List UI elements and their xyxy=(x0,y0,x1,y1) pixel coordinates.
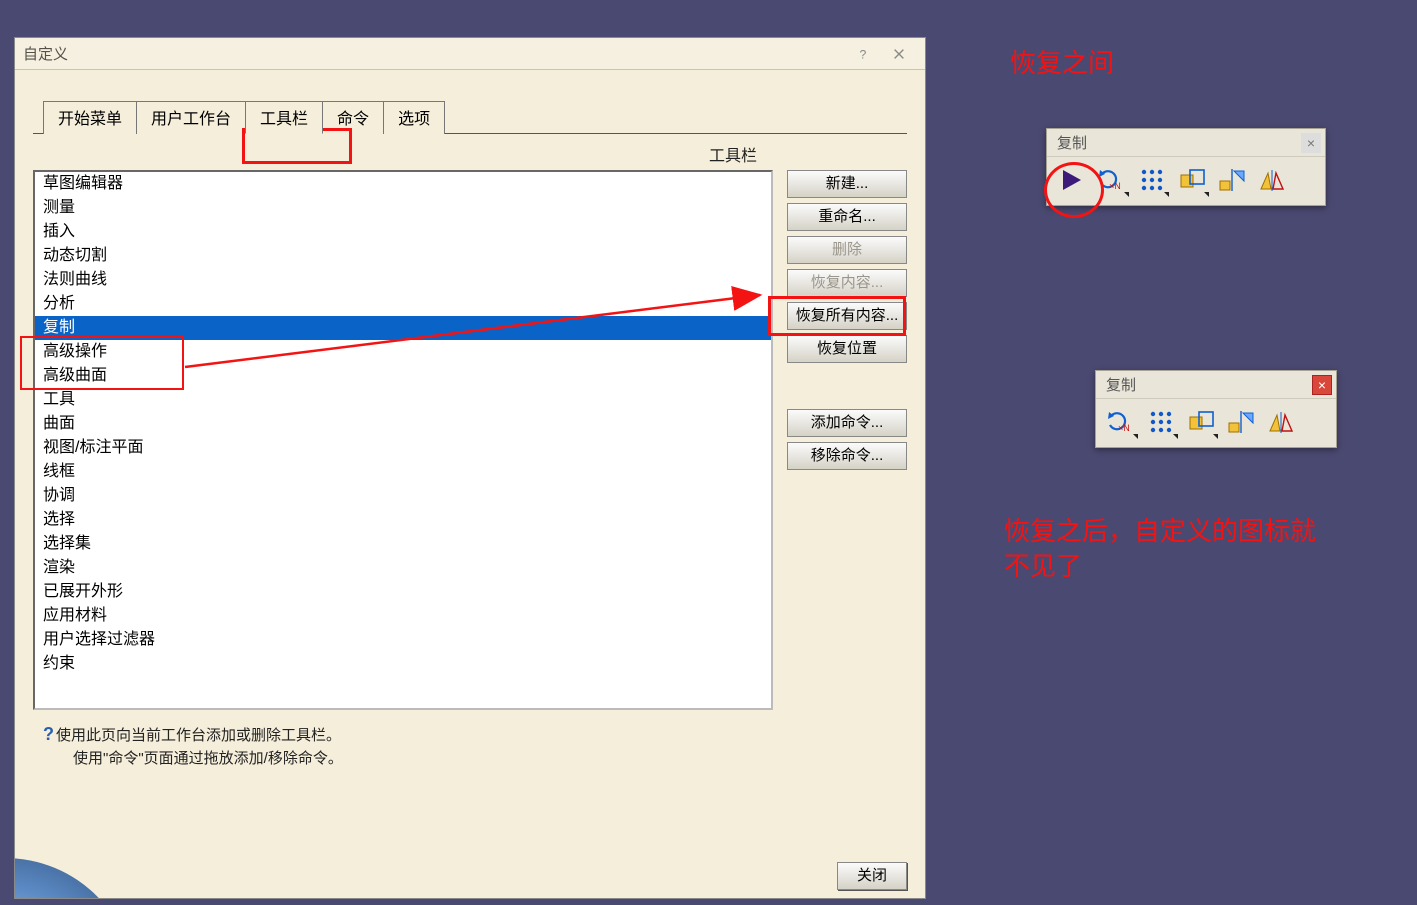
list-item[interactable]: 法则曲线 xyxy=(35,268,771,292)
tab-start-menu[interactable]: 开始菜单 xyxy=(43,101,137,134)
section-label: 工具栏 xyxy=(33,142,907,166)
restore-all-button[interactable]: 恢复所有内容... xyxy=(787,302,907,330)
toolbar-icons: ×N xyxy=(1047,157,1325,205)
toolbar-title: 复制 xyxy=(1057,132,1087,153)
tab-user-workbench[interactable]: 用户工作台 xyxy=(136,101,246,134)
tab-toolbar[interactable]: 工具栏 xyxy=(245,101,323,134)
list-item[interactable]: 插入 xyxy=(35,220,771,244)
delete-button[interactable]: 删除 xyxy=(787,236,907,264)
close-icon[interactable] xyxy=(881,40,917,68)
customize-dialog: 自定义 ? 开始菜单 用户工作台 工具栏 命令 选项 工具栏 草图编辑器测量插入… xyxy=(14,37,926,899)
help-text: ?使用此页向当前工作台添加或删除工具栏。 使用"命令"页面通过拖放添加/移除命令… xyxy=(43,724,905,768)
restore-position-button[interactable]: 恢复位置 xyxy=(787,335,907,363)
symmetry-icon[interactable] xyxy=(1264,405,1298,439)
symmetry-icon[interactable] xyxy=(1255,163,1289,197)
toolbar-title: 复制 xyxy=(1106,374,1136,395)
list-item[interactable]: 草图编辑器 xyxy=(35,172,771,196)
list-item[interactable]: 渲染 xyxy=(35,556,771,580)
grid-pattern-icon[interactable] xyxy=(1144,405,1178,439)
help-icon: ? xyxy=(43,724,54,744)
list-item[interactable]: 已展开外形 xyxy=(35,580,771,604)
tab-options[interactable]: 选项 xyxy=(383,101,445,134)
list-item[interactable]: 高级操作 xyxy=(35,340,771,364)
repeat-xn-icon[interactable]: ×N xyxy=(1104,405,1138,439)
tab-commands[interactable]: 命令 xyxy=(322,101,384,134)
list-item[interactable]: 协调 xyxy=(35,484,771,508)
grid-pattern-icon[interactable] xyxy=(1135,163,1169,197)
restore-content-button[interactable]: 恢复内容... xyxy=(787,269,907,297)
help-icon[interactable]: ? xyxy=(845,40,881,68)
svg-text:×N: ×N xyxy=(1118,423,1130,433)
new-button[interactable]: 新建... xyxy=(787,170,907,198)
list-item[interactable]: 选择 xyxy=(35,508,771,532)
tab-strip: 开始菜单 用户工作台 工具栏 命令 选项 xyxy=(43,100,925,133)
mirror-icon[interactable] xyxy=(1215,163,1249,197)
list-item[interactable]: 应用材料 xyxy=(35,604,771,628)
list-item[interactable]: 复制 xyxy=(35,316,771,340)
annotation-after-label: 恢复之后，自定义的图标就不见了 xyxy=(1004,514,1324,584)
list-item[interactable]: 工具 xyxy=(35,388,771,412)
annotation-before-label: 恢复之间 xyxy=(1010,46,1114,81)
close-button[interactable]: 关闭 xyxy=(837,862,907,890)
list-item[interactable]: 选择集 xyxy=(35,532,771,556)
toolbar-close-icon[interactable]: × xyxy=(1312,375,1332,395)
list-item[interactable]: 用户选择过滤器 xyxy=(35,628,771,652)
svg-text:?: ? xyxy=(860,47,867,61)
rename-button[interactable]: 重命名... xyxy=(787,203,907,231)
dialog-title: 自定义 xyxy=(23,43,68,64)
titlebar: 自定义 ? xyxy=(15,38,925,70)
list-item[interactable]: 线框 xyxy=(35,460,771,484)
toolbar-listbox[interactable]: 草图编辑器测量插入动态切割法则曲线分析复制高级操作高级曲面工具曲面视图/标注平面… xyxy=(33,170,773,710)
remove-command-button[interactable]: 移除命令... xyxy=(787,442,907,470)
list-item[interactable]: 曲面 xyxy=(35,412,771,436)
tab-body: 工具栏 草图编辑器测量插入动态切割法则曲线分析复制高级操作高级曲面工具曲面视图/… xyxy=(33,133,907,710)
add-command-button[interactable]: 添加命令... xyxy=(787,409,907,437)
mirror-icon[interactable] xyxy=(1224,405,1258,439)
list-item[interactable]: 高级曲面 xyxy=(35,364,771,388)
list-item[interactable]: 测量 xyxy=(35,196,771,220)
list-item[interactable]: 视图/标注平面 xyxy=(35,436,771,460)
corner-decoration xyxy=(15,858,175,898)
play-icon[interactable] xyxy=(1055,163,1089,197)
toolbar-before: 复制 × ×N xyxy=(1046,128,1326,206)
toolbar-close-icon[interactable]: × xyxy=(1301,133,1321,153)
list-item[interactable]: 分析 xyxy=(35,292,771,316)
list-item[interactable]: 约束 xyxy=(35,652,771,676)
repeat-xn-icon[interactable]: ×N xyxy=(1095,163,1129,197)
list-item[interactable]: 动态切割 xyxy=(35,244,771,268)
scale-icon[interactable] xyxy=(1175,163,1209,197)
scale-icon[interactable] xyxy=(1184,405,1218,439)
toolbar-after: 复制 × ×N xyxy=(1095,370,1337,448)
svg-text:×N: ×N xyxy=(1109,181,1121,191)
toolbar-icons: ×N xyxy=(1096,399,1336,447)
button-column: 新建... 重命名... 删除 恢复内容... 恢复所有内容... 恢复位置 添… xyxy=(787,170,907,470)
